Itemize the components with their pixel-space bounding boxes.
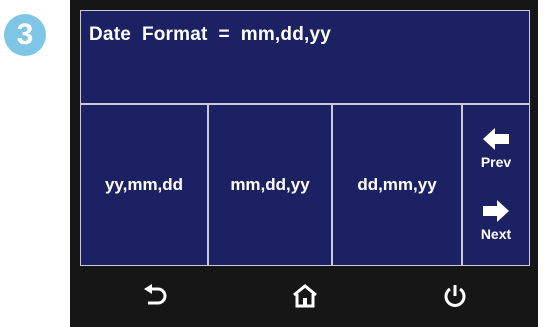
bottom-control-bar <box>80 272 530 320</box>
back-icon[interactable] <box>140 281 170 311</box>
prev-button[interactable]: Prev <box>481 128 511 170</box>
step-number-badge: 3 <box>4 14 46 56</box>
home-icon[interactable] <box>290 281 320 311</box>
date-format-options: yy,mm,dd mm,dd,yy dd,mm,yy Prev Next <box>81 105 529 265</box>
prev-label: Prev <box>480 154 512 170</box>
right-arrow-icon <box>482 200 509 222</box>
next-button[interactable]: Next <box>481 200 511 242</box>
option-yy-mm-dd-button[interactable]: yy,mm,dd <box>81 105 209 265</box>
next-label: Next <box>480 226 512 242</box>
power-icon[interactable] <box>440 281 470 311</box>
touch-screen: Date Format = mm,dd,yy yy,mm,dd mm,dd,yy… <box>80 10 530 266</box>
page-navigation: Prev Next <box>463 105 529 265</box>
option-dd-mm-yy-button[interactable]: dd,mm,yy <box>333 105 463 265</box>
date-format-title: Date Format = mm,dd,yy <box>89 24 332 45</box>
screen-header: Date Format = mm,dd,yy <box>81 11 529 105</box>
left-arrow-icon <box>482 128 509 150</box>
option-mm-dd-yy-button[interactable]: mm,dd,yy <box>209 105 333 265</box>
device-panel: Date Format = mm,dd,yy yy,mm,dd mm,dd,yy… <box>70 0 538 327</box>
